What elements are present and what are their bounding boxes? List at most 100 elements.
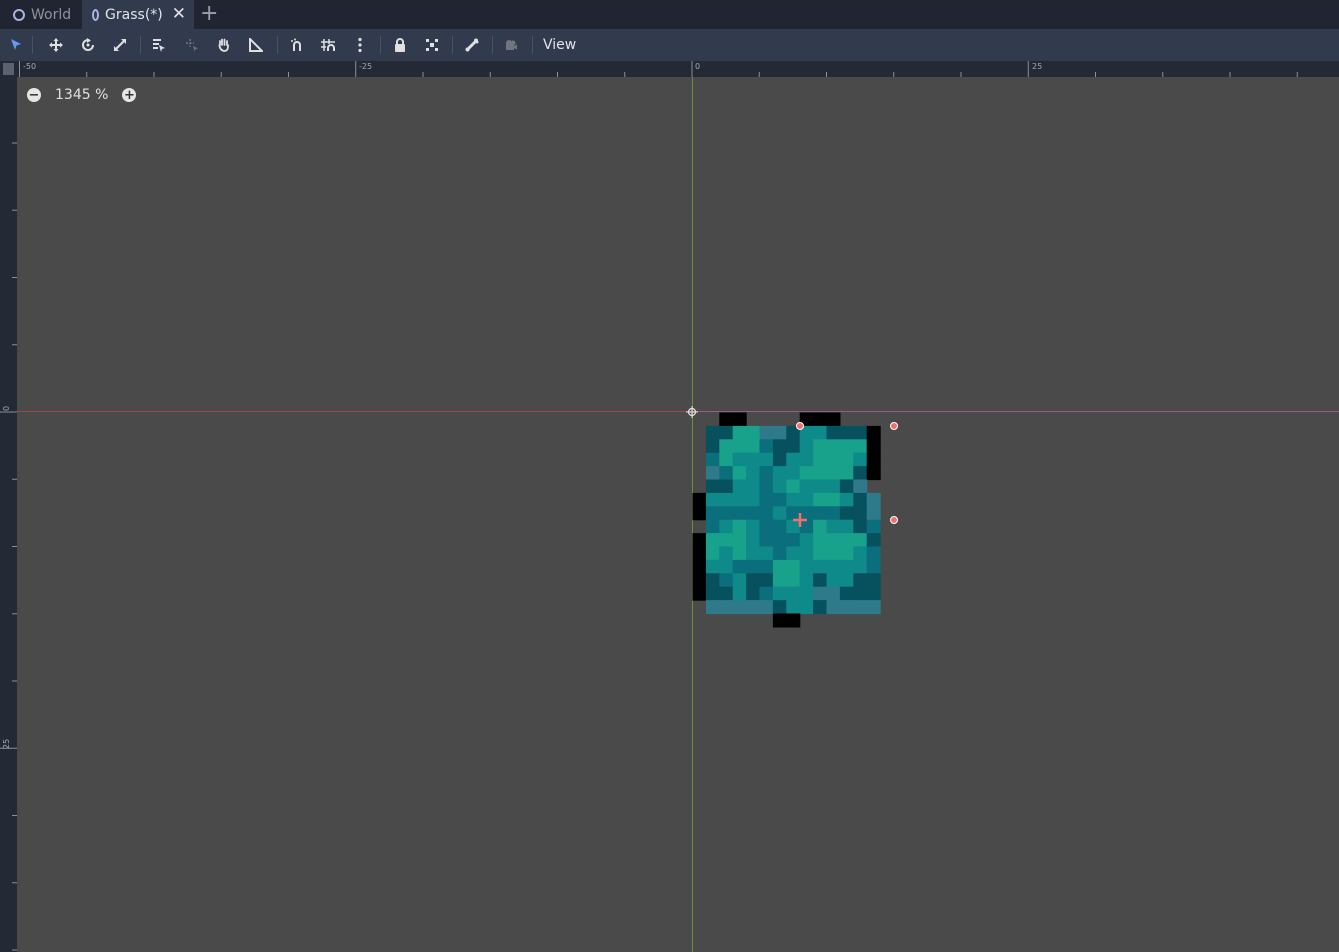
- close-icon[interactable]: ✕: [172, 6, 186, 23]
- sprite-pixel: [813, 600, 828, 615]
- sprite-pixel: [799, 559, 814, 574]
- sprite-pixel: [853, 559, 868, 574]
- sprite-pixel: [813, 466, 828, 481]
- grid-snap-button[interactable]: [317, 35, 339, 55]
- sprite-pixel: [839, 492, 854, 507]
- zoom-level[interactable]: 1345 %: [55, 87, 108, 103]
- grass-sprite[interactable]: [692, 412, 881, 628]
- grid-snap-icon: [320, 38, 336, 52]
- pan-tool-button[interactable]: [213, 35, 235, 55]
- snap-button[interactable]: [286, 35, 308, 55]
- sprite-pixel: [853, 533, 868, 548]
- sprite-pixel: [772, 559, 787, 574]
- sprite-pixel: [853, 479, 868, 494]
- sprite-pixel: [719, 479, 734, 494]
- sprite-pixel: [759, 479, 774, 494]
- ruler-tool-button[interactable]: [245, 35, 267, 55]
- sprite-pixel: [853, 425, 868, 440]
- sprite-pixel: [705, 573, 720, 588]
- sprite-pixel: [853, 586, 868, 601]
- toolbar-separator: [492, 36, 493, 54]
- resize-handle-top[interactable]: [796, 422, 804, 430]
- sprite-pixel: [746, 519, 761, 534]
- scale-tool-button[interactable]: [109, 35, 131, 55]
- sprite-pixel: [719, 452, 734, 467]
- tab-grass[interactable]: Grass(*) ✕: [82, 0, 194, 29]
- sprite-pixel: [786, 452, 801, 467]
- canvas-viewport[interactable]: [17, 77, 1339, 952]
- sprite-pixel: [813, 546, 828, 561]
- pivot-tool-button[interactable]: [181, 35, 203, 55]
- sprite-pixel: [813, 559, 828, 574]
- sprite-pixel: [839, 466, 854, 481]
- sprite-pixel: [692, 559, 707, 574]
- scale-icon: [113, 38, 127, 52]
- sprite-pixel: [759, 546, 774, 561]
- sprite-pixel: [746, 533, 761, 548]
- view-menu[interactable]: View: [543, 37, 576, 53]
- tab-world[interactable]: World: [0, 0, 83, 29]
- sprite-pixel: [732, 452, 747, 467]
- sprite-pixel: [866, 546, 881, 561]
- sprite-pixel: [732, 559, 747, 574]
- zoom-out-button[interactable]: −: [27, 88, 41, 102]
- sprite-pixel: [813, 412, 828, 427]
- sprite-pixel: [746, 546, 761, 561]
- sprite-pixel: [692, 546, 707, 561]
- sprite-pixel: [826, 586, 841, 601]
- horizontal-ruler[interactable]: -50 -25 0 25: [0, 61, 1339, 77]
- sprite-pixel: [826, 466, 841, 481]
- sprite-pixel: [826, 519, 841, 534]
- sprite-pixel: [746, 466, 761, 481]
- sprite-pixel: [799, 546, 814, 561]
- toolbar-separator: [380, 36, 381, 54]
- lock-button[interactable]: [389, 35, 411, 55]
- more-options-button[interactable]: [349, 35, 371, 55]
- sprite-pixel: [866, 506, 881, 521]
- sprite-pixel: [732, 492, 747, 507]
- sprite-pixel: [772, 466, 787, 481]
- add-tab-icon[interactable]: +: [200, 2, 218, 26]
- sprite-pixel: [772, 425, 787, 440]
- sprite-pixel: [799, 452, 814, 467]
- list-select-button[interactable]: [148, 35, 170, 55]
- sprite-pixel: [826, 600, 841, 615]
- sprite-pixel: [839, 559, 854, 574]
- toolbar-separator: [140, 36, 141, 54]
- select-tool-button[interactable]: [5, 35, 27, 55]
- sprite-pixel: [705, 425, 720, 440]
- skeleton-icon: [465, 38, 479, 52]
- sprite-pixel: [746, 479, 761, 494]
- sprite-pixel: [813, 439, 828, 454]
- resize-handle-right[interactable]: [890, 516, 898, 524]
- skeleton-button[interactable]: [461, 35, 483, 55]
- sprite-pixel: [719, 600, 734, 615]
- sprite-pixel: [826, 546, 841, 561]
- sprite-pixel: [786, 533, 801, 548]
- sprite-pixel: [732, 586, 747, 601]
- ruler-label: 0: [695, 62, 701, 71]
- vertical-ruler[interactable]: 0 25: [0, 61, 17, 952]
- zoom-in-button[interactable]: +: [122, 88, 137, 102]
- resize-handle-top-right[interactable]: [890, 422, 898, 430]
- sprite-pixel: [799, 586, 814, 601]
- rotate-tool-button[interactable]: [77, 35, 99, 55]
- sprite-pixel: [853, 439, 868, 454]
- sprite-pixel: [746, 492, 761, 507]
- sprite-pixel: [786, 492, 801, 507]
- move-tool-button[interactable]: [45, 35, 67, 55]
- sprite-pixel: [799, 600, 814, 615]
- camera-override-button[interactable]: [500, 35, 522, 55]
- list-select-icon: [152, 38, 166, 52]
- sprite-pixel: [799, 479, 814, 494]
- toolbar-separator: [277, 36, 278, 54]
- sprite-pixel: [826, 492, 841, 507]
- sprite-pixel: [759, 559, 774, 574]
- sprite-pixel: [772, 573, 787, 588]
- group-button[interactable]: [421, 35, 443, 55]
- sprite-pixel: [705, 519, 720, 534]
- sprite-pixel: [786, 506, 801, 521]
- sprite-pixel: [826, 425, 841, 440]
- sprite-pixel: [719, 506, 734, 521]
- sprite-pixel: [772, 506, 787, 521]
